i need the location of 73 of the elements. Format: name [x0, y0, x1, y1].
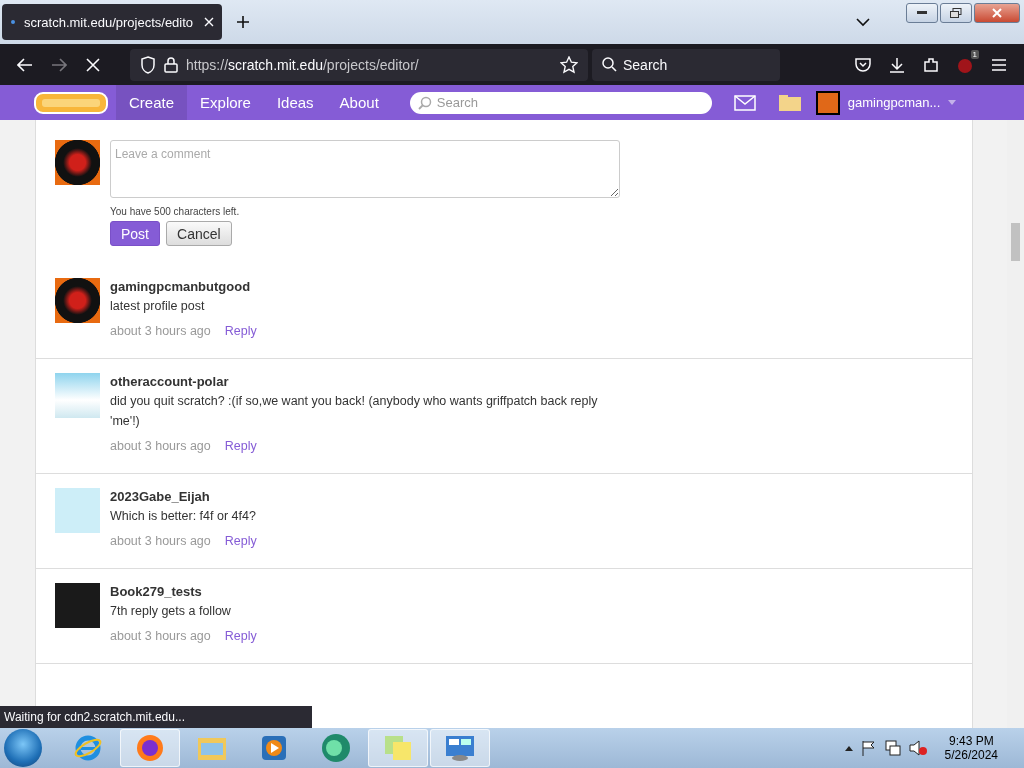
comment-text: latest profile post [110, 298, 206, 315]
nav-link[interactable]: About [326, 85, 392, 120]
comment-text: 7th reply gets a follow [110, 603, 232, 620]
comment-author[interactable]: 2023Gabe_Eijah [110, 489, 600, 504]
taskbar-app[interactable] [120, 729, 180, 767]
comment-author[interactable]: gamingpcmanbutgood [110, 279, 600, 294]
search-field[interactable]: Search [409, 91, 712, 114]
control-panel-icon [445, 735, 475, 761]
play-icon [261, 735, 287, 761]
comment-field[interactable]: Leave a comment [110, 140, 620, 198]
notes-icon [384, 735, 412, 761]
status-text: Waiting for cdn2.scratch.mit.edu... [0, 706, 312, 728]
restore-icon [950, 8, 962, 18]
caret-icon [948, 100, 957, 105]
clock[interactable]: 9:43 PM 5/26/2024 [944, 734, 998, 762]
logo-icon[interactable] [34, 90, 108, 115]
chevron-down-icon[interactable] [856, 17, 870, 27]
close-button[interactable] [974, 3, 1020, 23]
comment-time: about 3 hours ago [110, 629, 211, 643]
taskbar-app[interactable] [430, 729, 490, 767]
comment-text: did you quit scratch? :(if so,we want you back! (anybody who wants griffpatch back reply 'me'!) [110, 393, 599, 430]
search-icon [417, 95, 432, 110]
character-count: You have 500 characters left. [110, 206, 241, 217]
star-icon[interactable] [560, 55, 578, 74]
reply-link[interactable]: Reply [224, 439, 257, 453]
minimize-icon [917, 11, 927, 15]
comment-time: about 3 hours ago [110, 324, 211, 338]
search-icon [602, 57, 617, 72]
nav-link[interactable]: Create [116, 85, 188, 120]
post-button[interactable]: Post [110, 221, 160, 246]
browser-tab[interactable]: scratch.mit.edu/projects/edito [2, 4, 222, 40]
comment-time: about 3 hours ago [110, 439, 211, 453]
address-bar[interactable]: https://scratch.mit.edu/projects/editor/ [130, 48, 588, 81]
speaker-muted-icon[interactable] [908, 740, 927, 756]
cancel-button[interactable]: Cancel [166, 221, 232, 246]
nav-link[interactable]: Explore [187, 85, 264, 120]
avatar-image [55, 583, 100, 628]
envelope-icon[interactable] [733, 94, 756, 111]
reply-link[interactable]: Reply [224, 324, 257, 338]
reply-link[interactable]: Reply [224, 629, 257, 643]
avatar-image [55, 140, 100, 185]
plus-icon[interactable] [236, 15, 250, 29]
close-icon [992, 8, 1002, 18]
url-text: https://scratch.mit.edu/projects/editor/ [186, 56, 420, 73]
user-menu[interactable]: gamingpcman... [815, 90, 957, 115]
network-icon[interactable] [884, 740, 901, 756]
nav-link[interactable]: Ideas [263, 85, 327, 120]
browser-ring-icon [73, 733, 103, 763]
avatar-image [55, 488, 100, 533]
reply-link[interactable]: Reply [224, 534, 257, 548]
shield-icon [140, 55, 156, 74]
comment-time: about 3 hours ago [110, 534, 211, 548]
tab-title: scratch.mit.edu/projects/edito [24, 14, 195, 30]
chevron-up-icon[interactable] [844, 745, 853, 751]
lock-icon [164, 56, 178, 73]
comment-author[interactable]: otheraccount-polar [110, 374, 600, 389]
start-button[interactable] [4, 729, 42, 767]
globe-icon [321, 733, 351, 763]
scrollbar-thumb[interactable] [1011, 223, 1020, 261]
search-field[interactable]: Search [592, 48, 780, 81]
folder-icon [197, 735, 227, 761]
comment-text: Which is better: f4f or 4f4? [110, 508, 257, 525]
restore-button[interactable] [940, 3, 972, 23]
minimize-button[interactable] [906, 3, 938, 23]
avatar-image [55, 373, 100, 418]
folder-icon[interactable] [777, 93, 802, 112]
close-icon[interactable] [204, 17, 214, 27]
avatar-image [55, 278, 100, 323]
loading-dot-icon [10, 19, 16, 25]
notification-badge: 1 [970, 49, 979, 59]
avatar-image [815, 90, 840, 115]
comment-author[interactable]: Book279_tests [110, 584, 600, 599]
flag-icon[interactable] [860, 740, 877, 756]
